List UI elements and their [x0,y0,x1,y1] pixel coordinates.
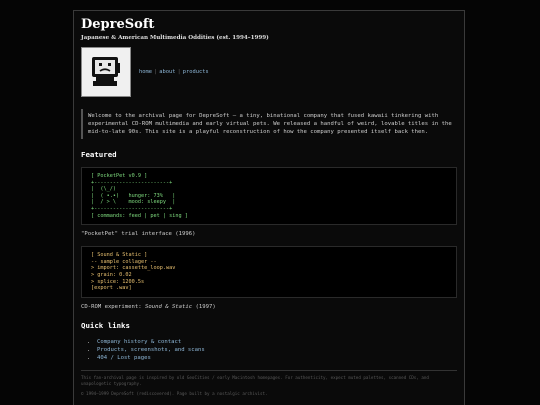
products-scans-link[interactable]: Products, screenshots, and scans [97,347,205,353]
sound-static-ascii-screen: [ Sound & Static ] -- sample collager --… [81,246,457,298]
lost-pages-link[interactable]: 404 / Lost pages [97,355,151,361]
nav-products-link[interactable]: products [183,69,209,75]
footer-divider [81,369,457,371]
caption-title: Sound & Static [145,303,193,310]
sound-static-caption: CD-ROM experiment: Sound & Static (1997) [81,304,457,310]
sad-computer-logo-icon [81,47,131,97]
list-item: 404 / Lost pages [97,354,457,362]
caption-prefix: CD-ROM experiment: [81,303,145,310]
history-contact-link[interactable]: Company history & contact [97,339,181,345]
main-nav: home | about | products [139,69,209,75]
site-tagline: Japanese & American Multimedia Oddities … [81,35,269,41]
nav-about-link[interactable]: about [159,69,175,75]
nav-separator: | [177,69,181,75]
pocketpet-caption: "PocketPet" trial interface (1996) [81,231,196,238]
quick-links-list: Company history & contact Products, scre… [81,338,457,362]
header-row: home | about | products [81,47,457,97]
page-container: DepreSoft Japanese & American Multimedia… [73,10,465,405]
site-title: DepreSoft [81,17,155,32]
caption-year: (1997) [192,303,216,310]
footer-note: This fan-archival page is inspired by ol… [81,374,429,386]
featured-heading: Featured [81,150,117,159]
list-item: Company history & contact [97,338,457,346]
nav-home-link[interactable]: home [139,69,152,75]
footer-copyright: © 1994–1999 DepreSoft (rediscovered). Pa… [81,390,268,396]
pocketpet-ascii-screen: [ PocketPet v0.9 ] +--------------------… [81,167,457,226]
quick-links-heading: Quick links [81,320,130,330]
intro-text: Welcome to the archival page for DepreSo… [81,109,457,139]
list-item: Products, screenshots, and scans [97,346,457,354]
